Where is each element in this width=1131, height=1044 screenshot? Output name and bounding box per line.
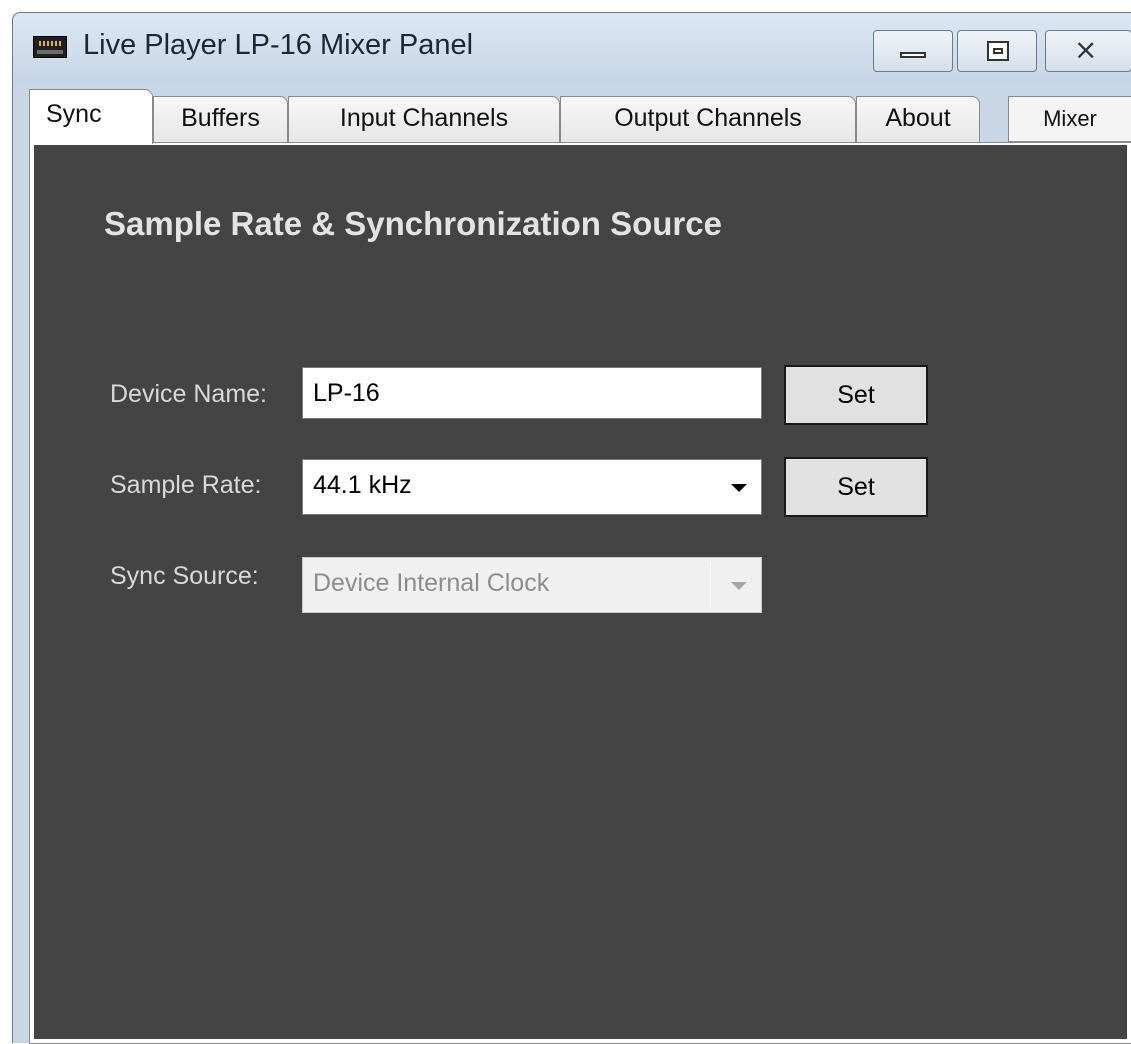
dropdown-divider [710,562,711,608]
app-window: Live Player LP-16 Mixer Panel ⨯ Sync Buf… [12,12,1131,1044]
minimize-icon [900,52,926,58]
mixer-button[interactable]: Mixer [1008,96,1131,142]
maximize-button[interactable] [957,30,1037,72]
close-icon: ⨯ [1074,33,1098,66]
tab-output-channels[interactable]: Output Channels [560,96,856,142]
tab-sync[interactable]: Sync [29,89,153,144]
tab-input-channels[interactable]: Input Channels [288,96,560,142]
sync-source-dropdown: Device Internal Clock [302,557,762,613]
sync-panel: Sample Rate & Synchronization Source Dev… [34,145,1127,1039]
chevron-down-icon [731,582,747,590]
tab-content-frame: Sample Rate & Synchronization Source Dev… [29,142,1131,1044]
tab-buffers[interactable]: Buffers [153,96,288,142]
minimize-button[interactable] [873,30,953,72]
window-title: Live Player LP-16 Mixer Panel [83,29,474,61]
set-device-name-button[interactable]: Set [784,365,928,425]
set-sample-rate-button[interactable]: Set [784,457,928,517]
sync-source-value: Device Internal Clock [313,569,550,597]
close-button[interactable]: ⨯ [1045,30,1131,72]
mixer-device-icon [33,36,67,58]
tab-about[interactable]: About [856,96,980,142]
tab-strip: Sync Buffers Input Channels Output Chann… [13,84,1131,144]
sync-source-label: Sync Source: [110,562,259,590]
device-name-label: Device Name: [110,380,267,408]
maximize-icon [987,41,1009,61]
chevron-down-icon[interactable] [731,484,747,492]
device-name-input[interactable] [302,367,762,419]
sample-rate-dropdown[interactable]: 44.1 kHz [302,459,762,515]
title-bar[interactable]: Live Player LP-16 Mixer Panel ⨯ [13,13,1131,84]
section-title: Sample Rate & Synchronization Source [104,205,722,242]
sample-rate-value: 44.1 kHz [313,471,412,499]
sample-rate-label: Sample Rate: [110,471,262,499]
